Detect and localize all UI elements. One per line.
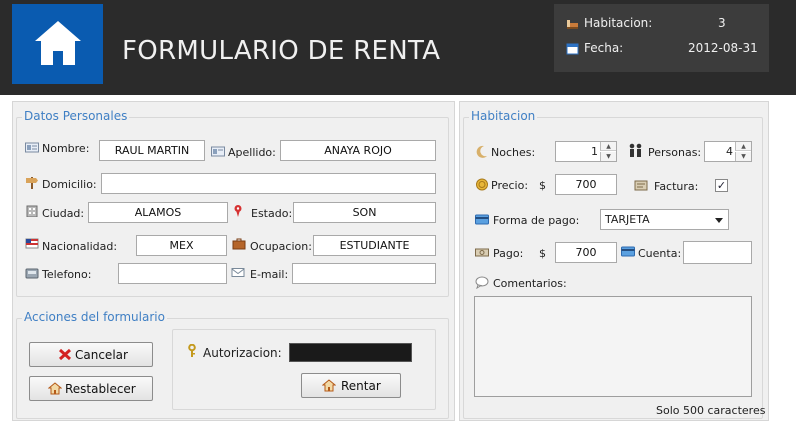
speech-icon [475, 276, 489, 289]
cancel-button[interactable]: Cancelar [29, 342, 153, 367]
cancel-label: Cancelar [75, 348, 128, 362]
phone-icon [25, 268, 39, 279]
right-panel: Habitacion Noches: 1 ▲ ▼ Personas: 4 ▲ ▼… [459, 101, 769, 421]
calendar-icon [566, 43, 579, 55]
left-panel: Datos Personales Nombre: RAUL MARTIN Ape… [12, 101, 455, 421]
email-input[interactable] [292, 263, 436, 284]
pago-input[interactable]: 700 [555, 242, 617, 263]
id-card-icon [25, 142, 39, 153]
fecha-value: 2012-08-31 [688, 41, 758, 55]
card-icon [475, 214, 489, 225]
pago-label: Pago: [493, 247, 524, 260]
comentarios-label: Comentarios: [493, 277, 567, 290]
envelope-icon [231, 268, 245, 277]
house-icon [322, 379, 336, 392]
actions-group: Acciones del formulario Cancelar Restabl… [16, 310, 449, 419]
authorization-group: Autorizacion: Rentar [172, 329, 436, 410]
cuenta-input[interactable] [683, 241, 752, 264]
flag-icon [25, 238, 39, 249]
ciudad-input[interactable]: ALAMOS [88, 202, 228, 223]
personas-spinner[interactable]: 4 ▲ ▼ [704, 141, 752, 162]
habitacion-info: Habitacion: 3 [566, 15, 761, 33]
ocupacion-input[interactable]: ESTUDIANTE [313, 235, 436, 256]
reset-label: Restablecer [65, 382, 136, 396]
forma-pago-value: TARJETA [605, 213, 650, 226]
personas-label: Personas: [648, 146, 702, 159]
key-icon [188, 344, 196, 357]
ciudad-label: Ciudad: [42, 207, 85, 220]
noches-up-button[interactable]: ▲ [600, 142, 616, 151]
precio-currency: $ [539, 179, 546, 192]
factura-label: Factura: [654, 180, 699, 193]
email-label: E-mail: [250, 268, 289, 281]
auth-password-field[interactable] [289, 343, 412, 362]
nombre-label: Nombre: [42, 142, 90, 155]
card-icon [621, 246, 635, 257]
precio-input[interactable]: 700 [555, 174, 617, 195]
domicilio-label: Domicilio: [42, 178, 97, 191]
room-legend: Habitacion [469, 109, 538, 123]
home-icon [35, 21, 81, 65]
char-limit-note: Solo 500 caracteres [656, 404, 766, 417]
bed-icon [567, 20, 578, 29]
house-icon [48, 382, 62, 395]
estado-input[interactable]: SON [293, 202, 436, 223]
nacionalidad-label: Nacionalidad: [42, 240, 118, 253]
building-icon [26, 205, 38, 217]
reset-button[interactable]: Restablecer [29, 376, 153, 401]
cash-icon [475, 248, 489, 257]
header-bar: FORMULARIO DE RENTA Habitacion: 3 Fecha:… [0, 0, 796, 95]
habitacion-value: 3 [718, 16, 726, 30]
pago-currency: $ [539, 247, 546, 260]
fecha-label: Fecha: [584, 41, 624, 55]
personal-legend: Datos Personales [22, 109, 130, 123]
personas-up-button[interactable]: ▲ [735, 142, 751, 151]
chevron-down-icon [715, 218, 723, 223]
nacionalidad-input[interactable]: MEX [136, 235, 227, 256]
telefono-label: Telefono: [42, 268, 92, 281]
people-icon [629, 143, 642, 157]
habitacion-label: Habitacion: [584, 16, 653, 30]
precio-label: Precio: [491, 179, 529, 192]
auth-label: Autorizacion: [203, 346, 282, 360]
cuenta-label: Cuenta: [638, 247, 682, 260]
moon-icon [476, 145, 487, 158]
invoice-icon [634, 180, 648, 191]
ocupacion-label: Ocupacion: [250, 240, 312, 253]
briefcase-icon [232, 238, 246, 250]
noches-value: 1 [591, 145, 598, 158]
factura-checkbox[interactable]: ✓ [715, 179, 728, 192]
actions-legend: Acciones del formulario [22, 310, 167, 324]
info-box: Habitacion: 3 Fecha: 2012-08-31 [554, 4, 769, 72]
telefono-input[interactable] [118, 263, 227, 284]
id-card-icon [211, 146, 225, 157]
rent-label: Rentar [341, 379, 381, 393]
personas-value: 4 [726, 145, 733, 158]
apellido-label: Apellido: [228, 146, 276, 159]
noches-label: Noches: [491, 146, 536, 159]
fecha-info: Fecha: 2012-08-31 [566, 40, 761, 58]
coin-icon [476, 178, 488, 191]
x-icon [58, 348, 72, 361]
rent-button[interactable]: Rentar [301, 373, 401, 398]
apellido-input[interactable]: ANAYA ROJO [280, 140, 436, 161]
comentarios-textarea[interactable] [474, 296, 752, 397]
personal-data-group: Datos Personales Nombre: RAUL MARTIN Ape… [16, 109, 449, 297]
home-button[interactable] [12, 4, 103, 84]
estado-label: Estado: [251, 207, 293, 220]
noches-spinner[interactable]: 1 ▲ ▼ [555, 141, 617, 162]
page-title: FORMULARIO DE RENTA [122, 36, 441, 66]
nombre-input[interactable]: RAUL MARTIN [99, 140, 205, 161]
personas-down-button[interactable]: ▼ [735, 152, 751, 161]
forma-pago-select[interactable]: TARJETA [600, 209, 729, 230]
domicilio-input[interactable] [101, 173, 436, 194]
signpost-icon [26, 177, 38, 189]
forma-pago-label: Forma de pago: [493, 214, 580, 227]
noches-down-button[interactable]: ▼ [600, 152, 616, 161]
room-group: Habitacion Noches: 1 ▲ ▼ Personas: 4 ▲ ▼… [463, 109, 766, 419]
map-pin-icon [234, 205, 242, 217]
